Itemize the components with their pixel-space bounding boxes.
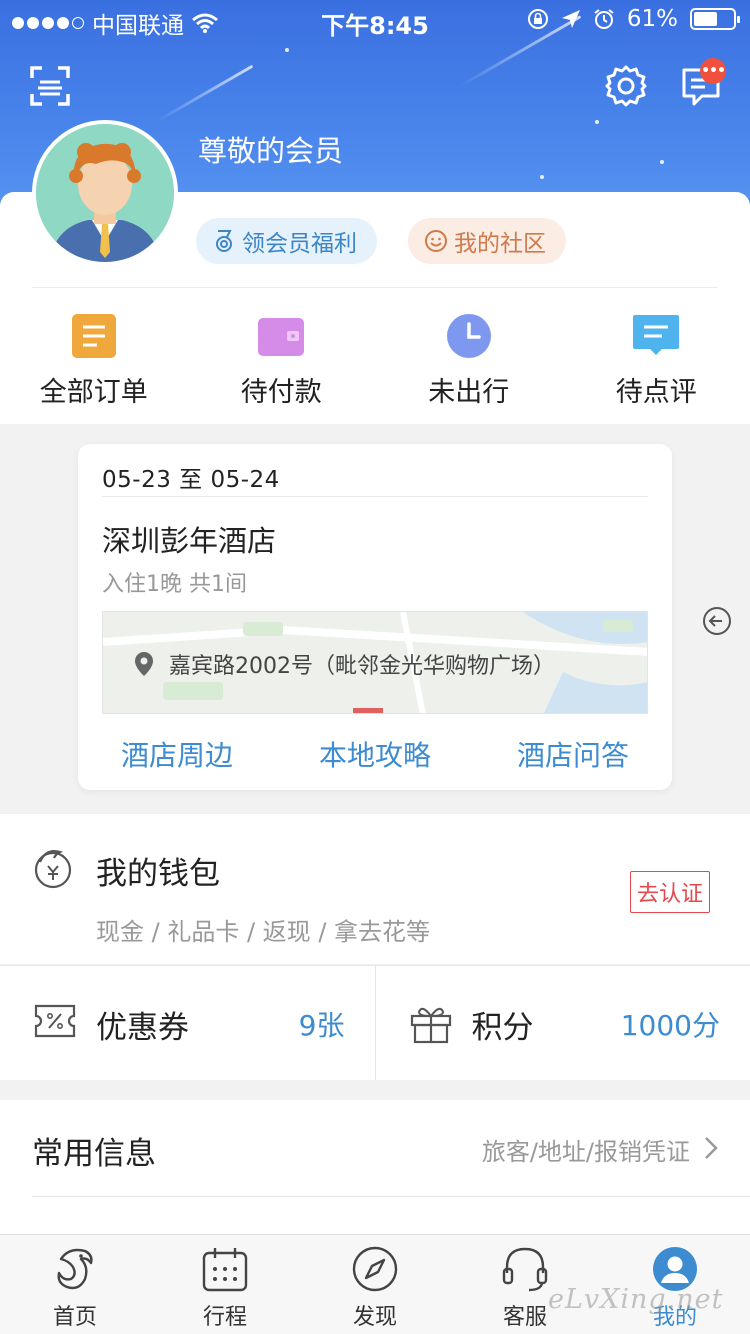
- tab-discover-label: 发现: [352, 1305, 397, 1330]
- tab-home[interactable]: 首页: [0, 1235, 150, 1334]
- scan-button[interactable]: [30, 66, 70, 106]
- settings-button[interactable]: [604, 64, 648, 108]
- divider: [32, 1196, 750, 1197]
- battery-icon: [690, 8, 740, 30]
- location-pin-icon: [135, 652, 153, 676]
- alarm-icon: [594, 9, 614, 29]
- local-guide-link[interactable]: 本地攻略: [319, 734, 431, 774]
- star-decoration: [595, 120, 599, 124]
- star-decoration: [660, 160, 664, 164]
- my-profile-page: 中国联通 下午8:45 61% ••• 尊敬的会员 领会员福利 我的社区 全部订…: [0, 0, 750, 1334]
- points-value: 1000分: [620, 1009, 720, 1042]
- avatar[interactable]: [32, 120, 178, 266]
- coupon-icon: [34, 1004, 76, 1042]
- order-list-icon: [70, 312, 118, 360]
- star-decoration: [285, 48, 289, 52]
- message-count-badge: •••: [700, 58, 726, 84]
- status-bar: 中国联通 下午8:45 61%: [0, 0, 750, 40]
- divider: [32, 287, 718, 288]
- coupons-count: 9张: [298, 1009, 345, 1042]
- my-wallet-section[interactable]: 我的钱包 现金 / 礼品卡 / 返现 / 拿去花等 去认证: [0, 814, 750, 964]
- tab-itinerary[interactable]: 行程: [150, 1235, 300, 1334]
- my-community-button[interactable]: 我的社区: [408, 218, 566, 264]
- common-info-hint: 旅客/地址/报销凭证: [481, 1138, 690, 1166]
- hotel-address: 嘉宾路2002号（毗邻金光华购物广场）: [133, 648, 555, 680]
- trip-quick-links: 酒店周边 本地攻略 酒店问答: [78, 734, 672, 774]
- watermark: eLvXing.net: [548, 1284, 724, 1315]
- hotel-name: 深圳彭年酒店: [102, 524, 277, 558]
- common-info-section[interactable]: 常用信息 旅客/地址/报销凭证: [0, 1100, 750, 1240]
- member-benefits-button[interactable]: 领会员福利: [196, 218, 377, 264]
- points-label: 积分: [471, 1010, 534, 1046]
- wallet-title: 我的钱包: [96, 856, 220, 892]
- tab-customer-service-label: 客服: [502, 1305, 547, 1330]
- points-button[interactable]: 积分 1000分: [374, 966, 750, 1080]
- comment-icon: [632, 312, 680, 360]
- circle-arrow-left-icon: [703, 607, 731, 635]
- more-trips-button[interactable]: [702, 606, 732, 640]
- stay-info: 入住1晚 共1间: [102, 572, 247, 597]
- pending-review-label: 待点评: [615, 377, 697, 408]
- pending-payment-label: 待付款: [240, 377, 322, 408]
- member-name: 尊敬的会员: [198, 134, 344, 168]
- wallet-subtitle: 现金 / 礼品卡 / 返现 / 拿去花等: [96, 918, 431, 946]
- messages-button[interactable]: •••: [680, 58, 726, 108]
- pending-review-button[interactable]: 待点评: [563, 300, 750, 420]
- hotel-map-preview[interactable]: 嘉宾路2002号（毗邻金光华购物广场）: [102, 611, 648, 714]
- wallet-icon: [257, 312, 305, 360]
- trip-date-range: 05-23 至 05-24: [102, 467, 280, 493]
- my-community-label: 我的社区: [454, 231, 546, 257]
- pending-payment-button[interactable]: 待付款: [188, 300, 376, 420]
- coupons-label: 优惠券: [96, 1010, 189, 1046]
- scan-icon: [30, 66, 70, 106]
- location-arrow-icon: [561, 10, 580, 28]
- tab-discover[interactable]: 发现: [300, 1235, 450, 1334]
- headset-icon: [499, 1243, 551, 1295]
- battery-percent: 61%: [626, 6, 678, 32]
- all-orders-label: 全部订单: [39, 377, 148, 408]
- all-orders-button[interactable]: 全部订单: [0, 300, 188, 420]
- hotel-qa-link[interactable]: 酒店问答: [517, 734, 629, 774]
- clock-icon: [445, 312, 493, 360]
- medal-icon: [216, 230, 232, 252]
- perks-row: 优惠券 9张 积分 1000分: [0, 966, 750, 1080]
- chevron-right-icon: [705, 1137, 718, 1159]
- gift-icon: [410, 1004, 452, 1048]
- upcoming-trips-button[interactable]: 未出行: [375, 300, 563, 420]
- rotation-lock-icon: [527, 9, 548, 29]
- tab-itinerary-label: 行程: [202, 1305, 247, 1330]
- upcoming-trips-label: 未出行: [428, 377, 510, 408]
- wallet-dolphin-icon: [32, 846, 74, 894]
- hotel-nearby-link[interactable]: 酒店周边: [121, 734, 233, 774]
- compass-icon: [349, 1243, 401, 1295]
- battery-level: [694, 12, 718, 26]
- smile-face-icon: [425, 230, 447, 252]
- coupons-button[interactable]: 优惠券 9张: [0, 966, 375, 1080]
- star-decoration: [540, 175, 544, 179]
- common-info-label: 常用信息: [32, 1136, 156, 1172]
- member-benefits-label: 领会员福利: [242, 231, 357, 257]
- meteor-decoration: [156, 64, 254, 123]
- avatar-illustration: [36, 124, 174, 262]
- upcoming-trip-card[interactable]: 05-23 至 05-24 深圳彭年酒店 入住1晚 共1间 嘉宾路2002号（毗…: [78, 444, 672, 790]
- divider: [102, 496, 648, 497]
- gear-icon: [605, 65, 647, 107]
- verify-identity-button[interactable]: 去认证: [630, 871, 711, 913]
- hotel-address-text: 嘉宾路2002号（毗邻金光华购物广场）: [169, 654, 555, 679]
- dolphin-home-icon: [49, 1243, 101, 1295]
- tab-home-label: 首页: [52, 1305, 97, 1330]
- calendar-icon: [199, 1243, 251, 1295]
- order-shortcuts: 全部订单 待付款 未出行 待点评: [0, 300, 750, 420]
